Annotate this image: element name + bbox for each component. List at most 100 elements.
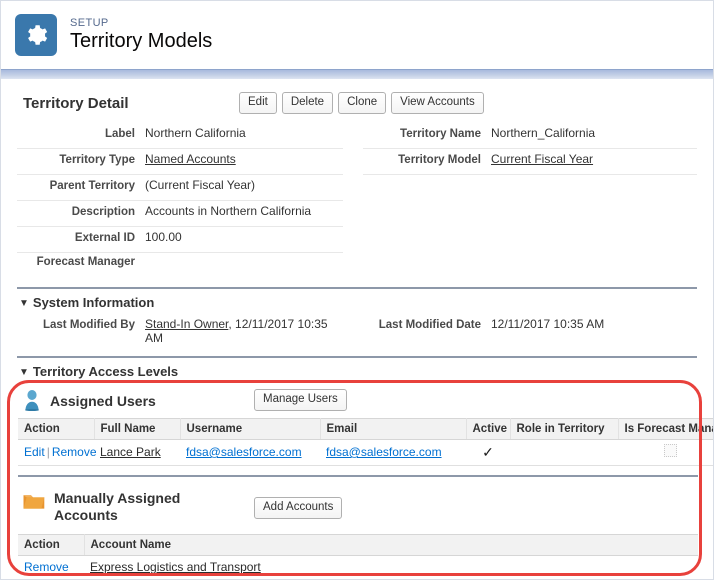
field-description-value: Accounts in Northern California [145,204,312,218]
field-last-modified-date: Last Modified Date 12/11/2017 10:35 AM [363,314,697,339]
chevron-down-icon: ▼ [19,367,29,378]
edit-link[interactable]: Edit [24,445,45,459]
view-accounts-button[interactable]: View Accounts [391,92,484,114]
column-action: Action [18,534,85,556]
column-email: Email [320,418,467,440]
cell-username: fdsa@salesforce.com [180,439,320,466]
field-territory-model: Territory Model Current Fiscal Year [363,149,697,175]
setup-eyebrow: SETUP [70,16,109,29]
field-last-modified-date-name: Last Modified Date [378,319,481,331]
assigned-users-table: Action Full Name Username Email Active R… [18,418,713,466]
column-role-in-territory: Role in Territory [510,418,619,440]
manage-users-button-wrap: Manage Users [254,389,347,411]
folder-icon [22,490,46,515]
system-information-title: System Information [32,295,155,310]
cell-role-in-territory [510,439,618,466]
detail-column-left: Label Northern California Territory Type… [17,123,357,278]
field-parent-territory: Parent Territory (Current Fiscal Year) [17,175,343,201]
detail-column-right: Territory Name Northern_California Terri… [357,123,697,278]
territory-access-divider [17,356,697,358]
column-username: Username [180,418,321,440]
column-active: Active [466,418,511,440]
related-list-divider [18,475,698,487]
system-information-heading[interactable]: ▼ System Information [19,295,697,310]
field-label: Label Northern California [17,123,343,149]
assigned-users-section: Assigned Users Manage Users Action Full … [18,384,713,466]
field-territory-model-name: Territory Model [398,154,481,166]
manually-assigned-accounts-header: Manually Assigned Accounts Add Accounts [18,487,698,534]
column-is-forecast-manager: Is Forecast Manager [618,418,713,440]
detail-action-buttons: Edit Delete Clone View Accounts [239,92,484,114]
field-external-id: External ID 100.00 [17,227,343,253]
setup-header: SETUP Territory Models [1,1,713,69]
column-full-name: Full Name [94,418,181,440]
field-territory-name-value: Northern_California [491,126,596,140]
add-accounts-button-wrap: Add Accounts [254,497,343,519]
assigned-users-title: Assigned Users [50,392,156,409]
related-lists: Assigned Users Manage Users Action Full … [18,384,713,579]
field-label-value: Northern California [145,126,246,140]
system-info-column-right: Last Modified Date 12/11/2017 10:35 AM [357,314,697,347]
header-accent-band [1,69,713,79]
field-territory-type-name: Territory Type [59,154,135,166]
remove-link[interactable]: Remove [52,445,97,459]
page-title: Territory Models [70,30,213,53]
cell-action: Edit | Remove [18,439,97,466]
assigned-users-header: Assigned Users Manage Users [18,384,698,418]
cell-active: ✓ [466,439,510,466]
column-action: Action [18,418,95,440]
field-parent-territory-name: Parent Territory [49,180,135,192]
username-link[interactable]: fdsa@salesforce.com [186,445,302,459]
field-forecast-manager-name: Forecast Manager [36,256,135,268]
table-header-row: Action Full Name Username Email Active R… [18,418,713,440]
territory-access-heading[interactable]: ▼ Territory Access Levels [19,364,697,379]
table-header-row: Action Account Name [18,534,698,556]
action-separator: | [46,445,50,459]
remove-link[interactable]: Remove [24,560,69,574]
checkmark-icon: ✓ [482,443,494,460]
field-territory-name: Territory Name Northern_California [363,123,697,149]
add-accounts-button[interactable]: Add Accounts [254,497,343,519]
cell-email: fdsa@salesforce.com [320,439,466,466]
manually-assigned-accounts-table: Action Account Name Remove Express Logis… [18,534,698,579]
field-forecast-manager: Forecast Manager [17,253,343,278]
cell-account-name: Express Logistics and Transport [84,555,698,579]
territory-detail-title: Territory Detail [23,95,129,112]
account-name-link[interactable]: Express Logistics and Transport [90,560,261,574]
detail-right-spacer [363,175,697,194]
field-description: Description Accounts in Northern Califor… [17,201,343,227]
field-territory-name-name: Territory Name [400,128,481,140]
field-description-name: Description [71,206,135,218]
cell-action: Remove [18,555,84,579]
manually-assigned-accounts-section: Manually Assigned Accounts Add Accounts … [18,487,698,579]
field-label-name: Label [104,128,135,140]
table-row: Edit | Remove Lance Park fdsa@salesforce.c… [18,439,713,466]
table-row: Remove Express Logistics and Transport [18,555,698,579]
territory-detail-fields: Label Northern California Territory Type… [17,123,697,278]
field-last-modified-by-name: Last Modified By [42,319,135,331]
manually-assigned-accounts-title: Manually Assigned Accounts [54,490,181,523]
manage-users-button[interactable]: Manage Users [254,389,347,411]
field-last-modified-date-value: 12/11/2017 10:35 AM [491,317,605,331]
territory-model-link[interactable]: Current Fiscal Year [491,152,593,166]
last-modified-by-link[interactable]: Stand-In Owner [145,317,228,331]
clone-button[interactable]: Clone [338,92,387,114]
system-information-fields: Last Modified By Stand-In Owner, 12/11/2… [17,314,697,347]
column-account-name: Account Name [84,534,698,556]
edit-button[interactable]: Edit [239,92,277,114]
full-name-link[interactable]: Lance Park [100,445,161,459]
delete-button[interactable]: Delete [281,92,334,114]
field-external-id-value: 100.00 [145,230,182,244]
setup-page: SETUP Territory Models Territory Detail … [0,0,714,580]
gear-icon [15,14,57,56]
territory-detail-card: Territory Detail Edit Delete Clone View … [1,91,713,414]
territory-access-title: Territory Access Levels [32,364,179,379]
email-link[interactable]: fdsa@salesforce.com [326,445,442,459]
field-last-modified-by: Last Modified By Stand-In Owner, 12/11/2… [17,314,343,347]
system-info-column-left: Last Modified By Stand-In Owner, 12/11/2… [17,314,357,347]
territory-detail-header: Territory Detail Edit Delete Clone View … [17,91,697,121]
field-external-id-name: External ID [74,232,135,244]
field-parent-territory-value: (Current Fiscal Year) [145,178,256,192]
user-icon [22,389,42,414]
territory-type-link[interactable]: Named Accounts [145,152,236,166]
